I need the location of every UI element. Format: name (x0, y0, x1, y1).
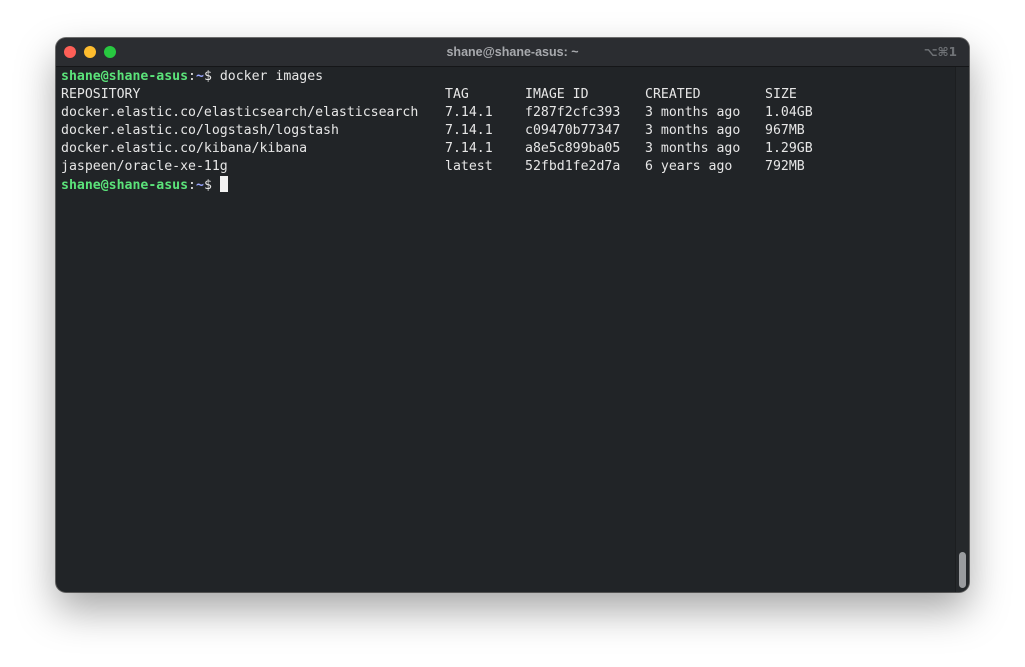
column-header-repository: REPOSITORY (61, 87, 141, 102)
text-cursor (219, 176, 228, 192)
window-title: shane@shane-asus: ~ (446, 45, 579, 59)
repository-cell: jaspeen/oracle-xe-11g (61, 159, 228, 174)
tab-shortcut-label: ⌥⌘1 (923, 45, 957, 59)
command-line: shane@shane-asus:~$ docker images (61, 68, 951, 86)
table-row: jaspeen/oracle-xe-11g latest 52fbd1fe2d7… (61, 158, 951, 176)
title-bar[interactable]: shane@shane-asus: ~ ⌥⌘1 (56, 38, 969, 67)
prompt-user: shane@shane-asus (61, 178, 189, 193)
table-row: docker.elastic.co/kibana/kibana 7.14.1 a… (61, 140, 951, 158)
size-cell: 792MB (765, 159, 805, 174)
scrollbar-thumb[interactable] (959, 552, 966, 588)
terminal-window: shane@shane-asus: ~ ⌥⌘1 shane@shane-asus… (56, 38, 969, 592)
prompt-colon: : (188, 178, 196, 193)
created-cell: 3 months ago (645, 123, 741, 138)
table-header: REPOSITORY TAG IMAGE ID CREATED SIZE (61, 86, 951, 104)
prompt-symbol: $ (203, 178, 212, 193)
size-cell: 1.29GB (765, 141, 813, 156)
table-row: docker.elastic.co/logstash/logstash 7.14… (61, 122, 951, 140)
prompt-symbol: $ (203, 69, 212, 84)
table-row: docker.elastic.co/elasticsearch/elastics… (61, 104, 951, 122)
prompt-colon: : (188, 69, 196, 84)
size-cell: 1.04GB (765, 105, 813, 120)
image-id-cell: 52fbd1fe2d7a (525, 159, 621, 174)
created-cell: 3 months ago (645, 141, 741, 156)
column-header-size: SIZE (765, 87, 797, 102)
command-text: docker images (219, 69, 324, 84)
prompt-path: ~ (196, 69, 204, 84)
column-header-created: CREATED (645, 87, 701, 102)
tag-cell: 7.14.1 (445, 123, 493, 138)
prompt-user: shane@shane-asus (61, 69, 189, 84)
column-header-tag: TAG (445, 87, 469, 102)
image-id-cell: f287f2cfc393 (525, 105, 621, 120)
repository-cell: docker.elastic.co/elasticsearch/elastics… (61, 105, 419, 120)
tag-cell: 7.14.1 (445, 141, 493, 156)
image-id-cell: a8e5c899ba05 (525, 141, 621, 156)
image-id-cell: c09470b77347 (525, 123, 621, 138)
repository-cell: docker.elastic.co/logstash/logstash (61, 123, 339, 138)
tag-cell: 7.14.1 (445, 105, 493, 120)
active-prompt-line[interactable]: shane@shane-asus:~$ (61, 176, 951, 194)
size-cell: 967MB (765, 123, 805, 138)
tag-cell: latest (445, 159, 493, 174)
terminal-output[interactable]: shane@shane-asus:~$ docker images REPOSI… (61, 68, 951, 586)
vertical-scrollbar[interactable] (955, 67, 969, 592)
column-header-image-id: IMAGE ID (525, 87, 589, 102)
repository-cell: docker.elastic.co/kibana/kibana (61, 141, 308, 156)
created-cell: 3 months ago (645, 105, 741, 120)
created-cell: 6 years ago (645, 159, 733, 174)
prompt-path: ~ (196, 178, 204, 193)
